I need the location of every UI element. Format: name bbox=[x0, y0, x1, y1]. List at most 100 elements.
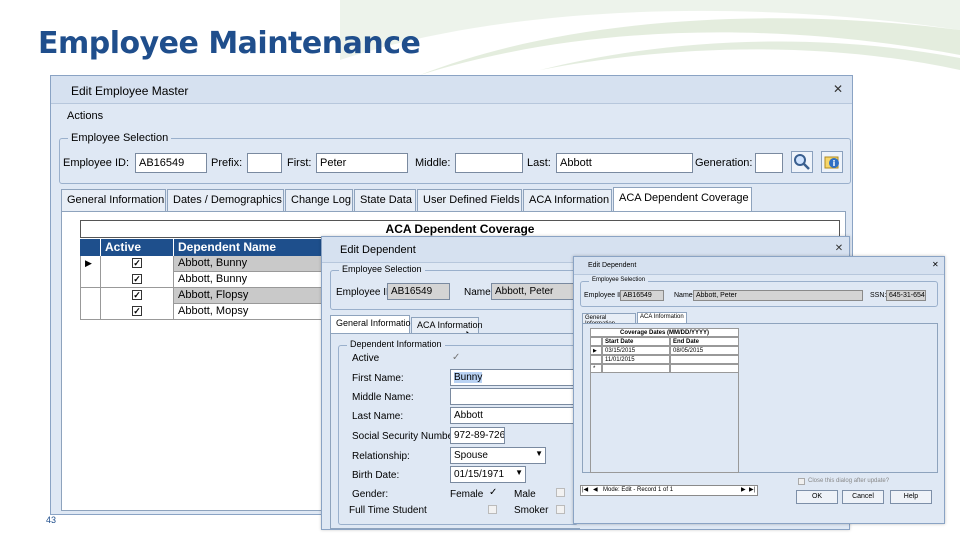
ssn-field[interactable]: 972-89-7267 bbox=[450, 427, 505, 444]
new-end-date-cell[interactable] bbox=[670, 364, 739, 373]
prefix-label: Prefix: bbox=[211, 157, 243, 169]
employee-id-field[interactable]: AB16549 bbox=[135, 153, 207, 173]
employee-name-field: Abbott, Peter bbox=[693, 290, 863, 301]
tab-general-information[interactable]: General Information bbox=[582, 313, 636, 327]
row-selector[interactable] bbox=[80, 304, 101, 320]
window-title: Edit Dependent bbox=[340, 244, 416, 256]
new-start-date-cell[interactable] bbox=[602, 364, 670, 373]
row-selector-header bbox=[80, 239, 101, 256]
last-record-icon[interactable]: ▶| bbox=[749, 486, 755, 493]
active-checkbox[interactable]: ✓ bbox=[132, 274, 142, 284]
ssn-label: SSN: bbox=[870, 292, 887, 299]
birth-date-value: 01/15/1971 bbox=[454, 469, 505, 480]
tab-dates-demographics[interactable]: Dates / Demographics bbox=[167, 189, 284, 211]
next-record-icon[interactable]: ▶ bbox=[741, 486, 746, 493]
table-row[interactable]: ✓ Abbott, Flopsy bbox=[80, 288, 335, 304]
active-cell[interactable]: ✓ bbox=[101, 256, 174, 272]
close-dialog-checkbox[interactable] bbox=[798, 478, 805, 485]
column-header-end-date[interactable]: End Date bbox=[670, 337, 739, 346]
active-checkbox[interactable]: ✓ bbox=[132, 290, 142, 300]
close-icon[interactable]: ✕ bbox=[932, 260, 939, 269]
first-name-field[interactable]: Peter bbox=[316, 153, 408, 173]
tab-state-data[interactable]: State Data bbox=[354, 189, 416, 211]
dependent-name-cell[interactable]: Abbott, Bunny bbox=[174, 256, 335, 272]
middle-label: Middle: bbox=[415, 157, 451, 169]
tab-aca-information[interactable]: ACA Information bbox=[637, 312, 687, 323]
table-row[interactable]: ▶ ✓ Abbott, Bunny bbox=[80, 256, 335, 272]
birth-date-label: Birth Date: bbox=[352, 470, 400, 481]
search-button[interactable] bbox=[791, 151, 813, 173]
chevron-down-icon[interactable]: ▼ bbox=[535, 449, 543, 458]
column-header-dependent-name[interactable]: Dependent Name bbox=[174, 239, 324, 256]
row-selector[interactable]: ▶ bbox=[80, 256, 101, 272]
group-title: Employee Selection bbox=[339, 264, 425, 274]
full-time-student-checkbox[interactable] bbox=[488, 505, 497, 514]
chevron-down-icon[interactable]: ▼ bbox=[515, 468, 523, 477]
generation-field[interactable] bbox=[755, 153, 783, 173]
row-selector[interactable] bbox=[80, 288, 101, 304]
help-button[interactable]: Help bbox=[890, 490, 932, 504]
ssn-field: 645-31-6549 bbox=[886, 290, 926, 301]
dependent-name-cell[interactable]: Abbott, Mopsy bbox=[174, 304, 335, 320]
smoker-checkbox[interactable] bbox=[556, 505, 565, 514]
previous-record-icon[interactable]: ◀ bbox=[593, 486, 598, 493]
row-selector-header bbox=[590, 337, 602, 346]
employee-id-label: Employee ID: bbox=[63, 157, 130, 169]
female-checkbox[interactable]: ✓ bbox=[489, 487, 497, 498]
row-selector[interactable] bbox=[590, 355, 602, 364]
row-selector[interactable]: ▶ bbox=[590, 346, 602, 355]
active-checkbox[interactable]: ✓ bbox=[132, 258, 142, 268]
middle-name-label: Middle Name: bbox=[352, 392, 414, 403]
column-header-start-date[interactable]: Start Date bbox=[602, 337, 670, 346]
name-label: Name: bbox=[464, 287, 494, 298]
dependent-name-cell[interactable]: Abbott, Flopsy bbox=[174, 288, 335, 304]
close-icon[interactable]: ✕ bbox=[832, 242, 846, 256]
group-title: Employee Selection bbox=[68, 132, 172, 144]
dependent-name-cell[interactable]: Abbott, Bunny bbox=[174, 272, 335, 288]
new-row-selector[interactable]: * bbox=[590, 364, 602, 373]
active-label: Active bbox=[352, 353, 380, 364]
relationship-label: Relationship: bbox=[352, 451, 410, 462]
window-title: Edit Dependent bbox=[588, 262, 637, 269]
search-icon bbox=[794, 154, 810, 170]
relationship-select[interactable]: Spouse ▼ bbox=[450, 447, 546, 464]
coverage-dates-grid: Coverage Dates (MM/DD/YYYY) Start Date E… bbox=[590, 328, 739, 483]
end-date-cell[interactable]: 08/05/2015 bbox=[670, 346, 739, 355]
row-selector[interactable] bbox=[80, 272, 101, 288]
tab-general-information[interactable]: General Information bbox=[61, 189, 166, 211]
last-name-field[interactable]: Abbott bbox=[450, 407, 580, 424]
prefix-field[interactable] bbox=[247, 153, 282, 173]
tab-user-defined-fields[interactable]: User Defined Fields bbox=[417, 189, 522, 211]
active-cell[interactable]: ✓ bbox=[101, 272, 174, 288]
tab-aca-information[interactable]: ACA Information bbox=[523, 189, 612, 211]
table-row[interactable]: ✓ Abbott, Mopsy bbox=[80, 304, 335, 320]
male-checkbox[interactable] bbox=[556, 488, 565, 497]
start-date-cell[interactable]: 03/15/2015 bbox=[602, 346, 670, 355]
group-title: Employee Selection bbox=[589, 277, 649, 283]
window-titlebar: Edit Employee Master ✕ bbox=[51, 76, 852, 104]
close-icon[interactable]: ✕ bbox=[831, 82, 845, 96]
end-date-cell[interactable] bbox=[670, 355, 739, 364]
active-cell[interactable]: ✓ bbox=[101, 304, 174, 320]
first-record-icon[interactable]: |◀ bbox=[582, 486, 588, 493]
start-date-cell[interactable]: 11/01/2015 bbox=[602, 355, 670, 364]
cancel-button[interactable]: Cancel bbox=[842, 490, 884, 504]
tab-general-information[interactable]: General Information bbox=[330, 315, 416, 333]
birth-date-picker[interactable]: 01/15/1971 ▼ bbox=[450, 466, 526, 483]
active-checkbox[interactable]: ✓ bbox=[132, 306, 142, 316]
middle-name-field[interactable] bbox=[450, 388, 580, 405]
first-name-field[interactable]: Bunny bbox=[450, 369, 580, 386]
table-row[interactable]: ✓ Abbott, Bunny bbox=[80, 272, 335, 288]
actions-menu[interactable]: Actions bbox=[67, 110, 103, 122]
middle-name-field[interactable] bbox=[455, 153, 523, 173]
active-checkbox[interactable]: ✓ bbox=[452, 352, 460, 363]
info-button[interactable]: i bbox=[821, 151, 843, 173]
last-name-field[interactable]: Abbott bbox=[556, 153, 693, 173]
active-cell[interactable]: ✓ bbox=[101, 288, 174, 304]
male-label: Male bbox=[514, 489, 536, 500]
tab-change-log[interactable]: Change Log bbox=[285, 189, 353, 211]
tab-aca-dependent-coverage[interactable]: ACA Dependent Coverage bbox=[613, 187, 752, 211]
ok-button[interactable]: OK bbox=[796, 490, 838, 504]
column-header-active[interactable]: Active bbox=[101, 239, 174, 256]
first-name-label: First Name: bbox=[352, 373, 404, 384]
